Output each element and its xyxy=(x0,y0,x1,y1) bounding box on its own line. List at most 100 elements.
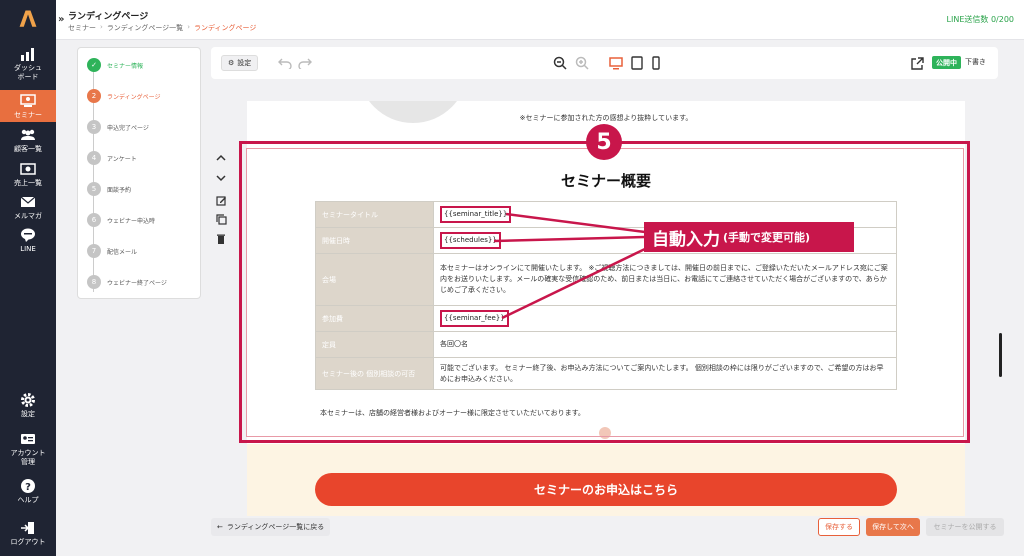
edit-icon[interactable] xyxy=(214,193,228,207)
highlight-frame-inner xyxy=(246,148,964,437)
sidebar-item-newsletter[interactable]: メルマガ xyxy=(0,194,56,222)
step-item[interactable]: 2 ランディングページ xyxy=(87,89,160,103)
sidebar-item-help[interactable]: ? ヘルプ xyxy=(0,478,56,506)
back-to-list-button[interactable]: ← ランディングページ一覧に戻る xyxy=(211,518,331,536)
status-badge[interactable]: 公開中 xyxy=(932,56,961,69)
step-item[interactable]: 4 アンケート xyxy=(87,151,137,165)
zoom-in-icon[interactable] xyxy=(574,55,590,71)
step-number: 7 xyxy=(87,244,101,258)
apply-seminar-button[interactable]: セミナーのお申込はこちら xyxy=(315,473,897,506)
editor-toolbar: ⚙ 設定 公開中 下書き xyxy=(211,47,998,79)
top-header: » ランディングページ セミナー › ランディングページ一覧 › ランディングペ… xyxy=(56,0,1024,40)
breadcrumb-item[interactable]: ランディングページ一覧 xyxy=(107,23,183,33)
callout-subtitle: (手動で変更可能) xyxy=(723,231,811,244)
callout-title: 自動入力 xyxy=(652,229,720,250)
auto-input-callout: 自動入力 (手動で変更可能) xyxy=(644,222,854,252)
step-number: 5 xyxy=(87,182,101,196)
chevron-right-icon: › xyxy=(187,23,190,31)
sidebar-item-customers[interactable]: 顧客一覧 xyxy=(0,127,56,155)
sidebar-item-account[interactable]: アカウント 管理 xyxy=(0,431,56,467)
line-send-count: LINE送信数 0/200 xyxy=(947,14,1014,25)
mobile-view-icon[interactable] xyxy=(648,55,664,71)
sidebar-item-label: 顧客一覧 xyxy=(14,145,42,153)
mail-icon xyxy=(19,194,37,210)
redo-icon[interactable] xyxy=(297,55,313,71)
step-number: 2 xyxy=(87,89,101,103)
page-title: ランディングページ xyxy=(68,12,149,22)
sidebar-item-seminar[interactable]: セミナー xyxy=(0,90,56,122)
sidebar-item-dashboard[interactable]: ダッシュ ボード xyxy=(0,46,56,86)
sidebar-item-label: アカウント 管理 xyxy=(10,449,46,466)
step-item[interactable]: 8 ウェビナー終了ページ xyxy=(87,275,167,289)
sidebar-item-label: ダッシュ ボード xyxy=(14,64,42,81)
step-number: 3 xyxy=(87,120,101,134)
gear-icon xyxy=(19,392,37,408)
money-icon xyxy=(19,161,37,177)
chevron-right-icon: › xyxy=(100,23,103,31)
sidebar-item-label: 設定 xyxy=(21,410,35,418)
sidebar-item-settings[interactable]: 設定 xyxy=(0,392,56,420)
breadcrumb-item[interactable]: セミナー xyxy=(68,23,96,33)
check-icon: ✓ xyxy=(87,58,101,72)
back-label: ランディングページ一覧に戻る xyxy=(226,523,325,531)
users-icon xyxy=(19,127,37,143)
line-count-label: LINE送信数 xyxy=(946,15,989,24)
move-down-icon[interactable] xyxy=(214,171,228,185)
sidebar-item-label: ヘルプ xyxy=(17,496,39,504)
undo-icon[interactable] xyxy=(277,55,293,71)
copy-icon[interactable] xyxy=(214,212,228,226)
settings-label: 設定 xyxy=(237,59,252,67)
sidebar-item-logout[interactable]: ログアウト xyxy=(0,520,56,550)
expand-sidebar-icon[interactable]: » xyxy=(58,14,68,26)
sidebar-item-line[interactable]: LINE xyxy=(0,227,56,255)
step-item[interactable]: 6 ウェビナー申込時 xyxy=(87,213,155,227)
step-item[interactable]: ✓ セミナー情報 xyxy=(87,58,143,72)
draft-button[interactable]: 下書き xyxy=(965,57,986,67)
step-label: 申込完了ページ xyxy=(107,124,149,132)
step-label: ウェビナー申込時 xyxy=(107,217,156,225)
save-button[interactable]: 保存する xyxy=(818,518,860,536)
step-navigator: ✓ セミナー情報 2 ランディングページ 3 申込完了ページ 4 アンケート 5 面談予約… xyxy=(77,47,201,299)
gear-icon: ⚙ xyxy=(228,59,235,67)
sidebar-item-label: 売上一覧 xyxy=(14,179,42,187)
step-label: ランディングページ xyxy=(107,93,161,101)
breadcrumb: セミナー › ランディングページ一覧 › ランディングページ xyxy=(68,23,256,33)
step-number: 8 xyxy=(87,275,101,289)
sidebar-item-sales[interactable]: 売上一覧 xyxy=(0,161,56,189)
save-next-button[interactable]: 保存して次へ xyxy=(866,518,920,536)
step-item[interactable]: 5 面談予約 xyxy=(87,182,131,196)
section-number-badge: 5 xyxy=(586,124,622,160)
desktop-view-icon[interactable] xyxy=(608,55,624,71)
sidebar-item-label: セミナー xyxy=(14,111,42,119)
line-count-value: 0/200 xyxy=(990,15,1014,24)
step-item[interactable]: 3 申込完了ページ xyxy=(87,120,149,134)
zoom-out-icon[interactable] xyxy=(552,55,568,71)
settings-button[interactable]: ⚙ 設定 xyxy=(221,55,259,71)
logout-icon xyxy=(19,520,37,536)
step-label: アンケート xyxy=(107,155,137,163)
step-number: 6 xyxy=(87,213,101,227)
external-link-icon[interactable] xyxy=(909,55,925,71)
sidebar-item-label: メルマガ xyxy=(14,212,42,220)
publish-seminar-button[interactable]: セミナーを公開する xyxy=(926,518,1004,536)
trash-icon[interactable] xyxy=(214,231,228,245)
arrow-left-icon: ← xyxy=(217,523,223,531)
sidebar-item-label: ログアウト xyxy=(10,538,46,546)
tablet-view-icon[interactable] xyxy=(629,55,645,71)
step-label: 配信メール xyxy=(107,248,138,256)
step-item[interactable]: 7 配信メール xyxy=(87,244,137,258)
move-up-icon[interactable] xyxy=(214,150,228,164)
id-card-icon xyxy=(19,431,37,447)
help-icon: ? xyxy=(19,478,37,494)
app-logo[interactable]: Λ xyxy=(0,0,56,40)
step-label: ウェビナー終了ページ xyxy=(107,279,167,287)
line-chat-icon xyxy=(19,227,37,243)
sidebar-item-label: LINE xyxy=(20,245,36,253)
step-label: 面談予約 xyxy=(107,186,132,194)
canvas-scrollbar[interactable] xyxy=(999,333,1002,377)
bar-chart-icon xyxy=(19,46,37,62)
step-number: 4 xyxy=(87,151,101,165)
svg-text:?: ? xyxy=(25,482,31,493)
sidebar: Λ ダッシュ ボード セミナー 顧客一覧 売上一覧 メルマガ LINE 設定 ア… xyxy=(0,0,56,556)
presentation-icon xyxy=(19,93,37,109)
